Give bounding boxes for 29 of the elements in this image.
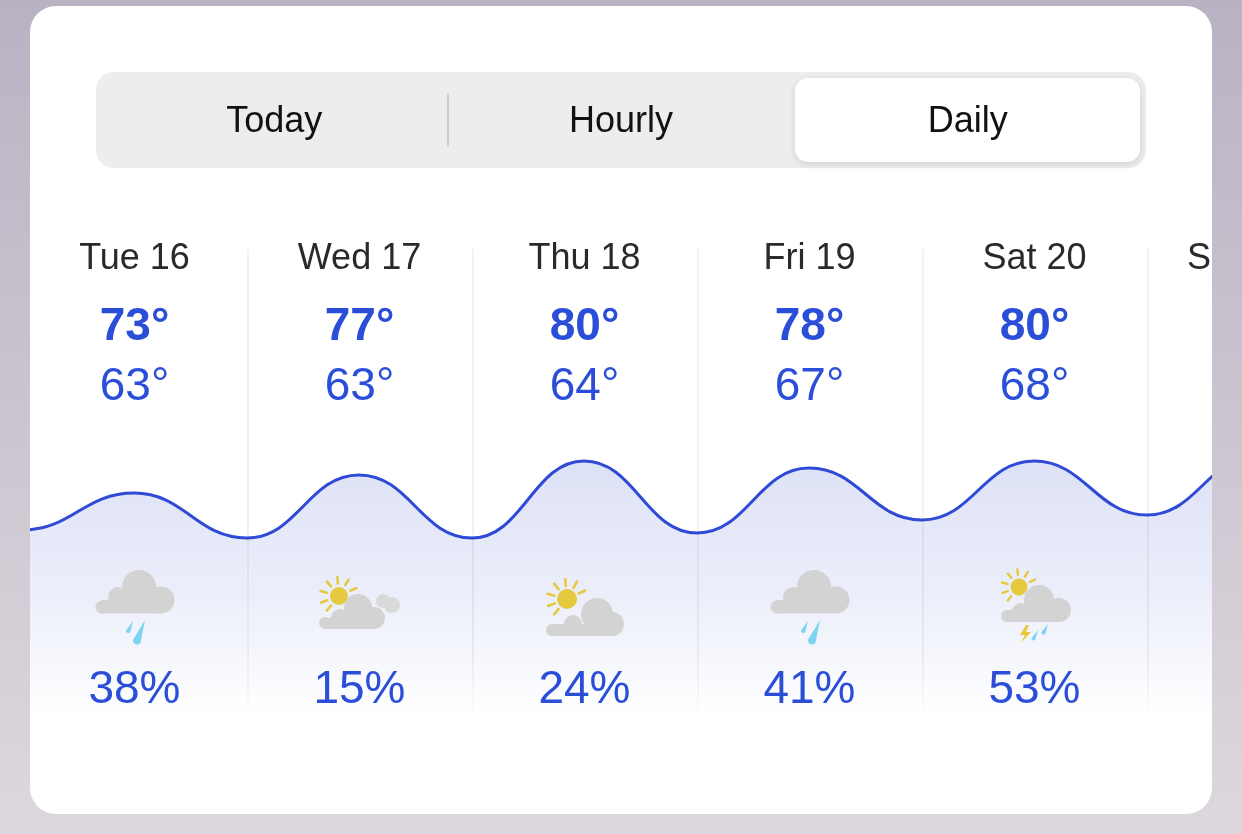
storm-cloud-icon [998, 568, 1071, 643]
segment-tab[interactable]: Today [102, 78, 447, 162]
low-temp: 63° [99, 357, 170, 412]
rain-cloud-icon [94, 570, 175, 645]
high-temp: 78° [774, 297, 845, 352]
day-label: Wed 17 [297, 235, 422, 279]
low-temp: 68° [999, 357, 1070, 412]
precip-chance: 38% [88, 660, 181, 715]
precip-chance: 24% [538, 660, 631, 715]
low-temp: 63° [324, 357, 395, 412]
precip-chance: 53% [988, 660, 1081, 715]
low-temp: 67° [774, 357, 845, 412]
day-label: Sat 20 [982, 235, 1087, 279]
sun-clouds-icon [318, 575, 401, 629]
day-label: Thu 18 [528, 235, 641, 279]
sun-cloud-icon [545, 578, 624, 636]
low-temp: 64° [549, 357, 620, 412]
rain-cloud-icon [769, 570, 850, 645]
precip-chance: 41% [763, 660, 856, 715]
segment-tab[interactable]: Daily [795, 78, 1140, 162]
high-temp: 73° [99, 297, 170, 352]
day-label: Tue 16 [79, 235, 190, 279]
day-label: Fri 19 [763, 235, 856, 279]
high-temp: 80° [549, 297, 620, 352]
high-temp: 80° [999, 297, 1070, 352]
segment-tab[interactable]: Hourly [448, 78, 794, 162]
precip-chance: 15% [313, 660, 406, 715]
high-temp: 77° [324, 297, 395, 352]
day-label: S [1186, 235, 1211, 279]
